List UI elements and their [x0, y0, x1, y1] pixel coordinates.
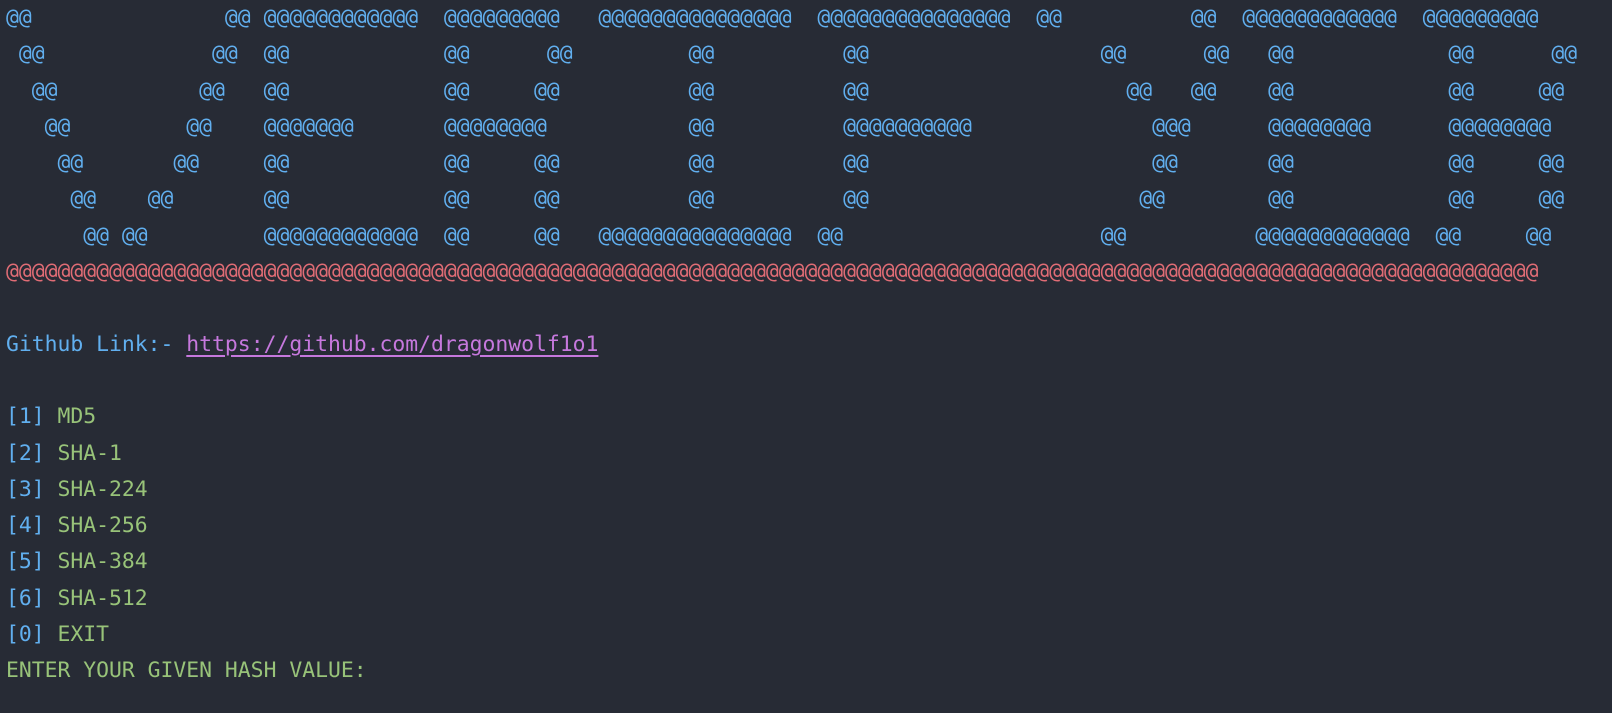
- hash-input[interactable]: [367, 660, 379, 682]
- hash-prompt: ENTER YOUR GIVEN HASH VALUE:: [6, 658, 367, 684]
- banner-line-4: @@ @@ @@@@@@@ @@@@@@@@ @@ @@@@@@@@@@ @@@…: [6, 113, 1552, 139]
- github-link[interactable]: https://github.com/dragonwolf1o1: [186, 332, 598, 357]
- option-index: [3]: [6, 476, 45, 502]
- menu-option-md5: [1] MD5: [6, 399, 1606, 435]
- banner-line-6: @@ @@ @@ @@ @@ @@ @@ @@ @@ @@ @@: [6, 186, 1565, 212]
- banner-line-1: @@ @@ @@@@@@@@@@@@ @@@@@@@@@ @@@@@@@@@@@…: [6, 5, 1539, 30]
- option-label: SHA-384: [57, 549, 148, 575]
- option-index: [2]: [6, 440, 45, 466]
- hash-prompt-line: ENTER YOUR GIVEN HASH VALUE:: [6, 653, 1606, 689]
- menu-option-exit: [0] EXIT: [6, 617, 1606, 653]
- menu-option-sha224: [3] SHA-224: [6, 472, 1606, 508]
- option-index: [6]: [6, 585, 45, 611]
- option-label: EXIT: [57, 622, 110, 648]
- menu-option-sha1: [2] SHA-1: [6, 436, 1606, 472]
- option-index: [4]: [6, 513, 45, 539]
- banner-line-7: @@ @@ @@@@@@@@@@@@ @@ @@ @@@@@@@@@@@@@@@…: [6, 222, 1552, 248]
- option-label: SHA-1: [57, 440, 122, 466]
- menu-option-sha256: [4] SHA-256: [6, 508, 1606, 544]
- github-label: Github Link:-: [6, 331, 187, 357]
- option-label: SHA-224: [57, 476, 148, 502]
- option-label: SHA-256: [57, 513, 148, 539]
- terminal-output: @@ @@ @@@@@@@@@@@@ @@@@@@@@@ @@@@@@@@@@@…: [6, 0, 1606, 690]
- menu-option-sha384: [5] SHA-384: [6, 544, 1606, 580]
- option-index: [5]: [6, 549, 45, 575]
- option-index: [1]: [6, 404, 45, 430]
- banner-line-5: @@ @@ @@ @@ @@ @@ @@ @@ @@ @@ @@: [6, 150, 1565, 176]
- option-label: MD5: [57, 404, 97, 430]
- github-line: Github Link:- https://github.com/dragonw…: [6, 327, 1606, 363]
- option-label: SHA-512: [57, 585, 148, 611]
- option-index: [0]: [6, 622, 45, 648]
- banner-line-3: @@ @@ @@ @@ @@ @@ @@ @@ @@ @@ @@ @@: [6, 77, 1565, 103]
- banner-line-2: @@ @@ @@ @@ @@ @@ @@ @@ @@ @@ @@ @@: [6, 41, 1578, 67]
- menu-option-sha512: [6] SHA-512: [6, 581, 1606, 617]
- banner-divider: @@@@@@@@@@@@@@@@@@@@@@@@@@@@@@@@@@@@@@@@…: [6, 259, 1539, 285]
